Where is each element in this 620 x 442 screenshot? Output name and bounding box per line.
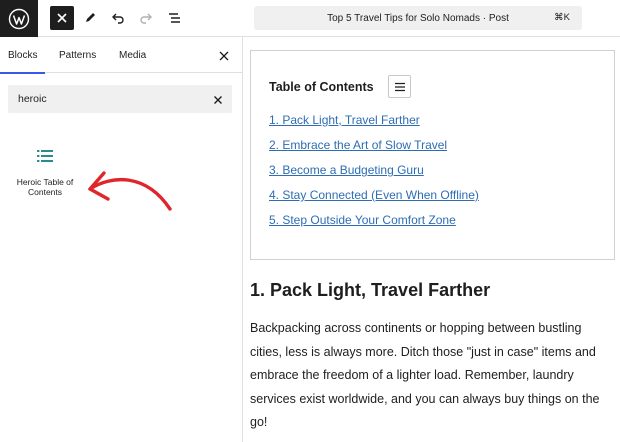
toc-link[interactable]: 4. Stay Connected (Even When Offline) [269, 188, 479, 213]
shortcut-hint: ⌘K [554, 12, 570, 23]
tab-patterns[interactable]: Patterns [59, 37, 96, 73]
document-overview-button[interactable] [162, 6, 186, 30]
annotation-arrow-icon [88, 171, 172, 211]
block-search [8, 85, 232, 113]
tab-media[interactable]: Media [119, 37, 146, 73]
tab-blocks[interactable]: Blocks [0, 37, 47, 74]
heroic-toc-block-item[interactable]: Heroic Table of Contents [8, 143, 82, 203]
block-search-input[interactable] [18, 91, 198, 107]
toc-title: Table of Contents [269, 80, 374, 94]
wordpress-icon [8, 8, 30, 29]
document-title: Top 5 Travel Tips for Solo Nomads · Post [327, 12, 509, 24]
toc-list: 1. Pack Light, Travel Farther 2. Embrace… [269, 113, 479, 238]
wordpress-logo-button[interactable] [0, 0, 38, 37]
toc-link[interactable]: 2. Embrace the Art of Slow Travel [269, 138, 479, 163]
clear-search-button[interactable] [212, 93, 224, 105]
close-icon [57, 13, 67, 23]
command-palette-bar[interactable]: Top 5 Travel Tips for Solo Nomads · Post… [254, 6, 582, 30]
redo-button[interactable] [134, 6, 158, 30]
list-icon [37, 150, 53, 162]
list-view-icon [169, 13, 180, 23]
editor-canvas: Table of Contents 1. Pack Light, Travel … [244, 37, 620, 442]
close-icon [219, 51, 229, 61]
block-item-label: Heroic Table of Contents [16, 177, 74, 197]
tools-button[interactable] [78, 6, 102, 30]
block-inserter-panel: Blocks Patterns Media heroic Heroic Tabl… [0, 37, 243, 442]
tab-label: Patterns [59, 49, 97, 61]
undo-icon [112, 13, 124, 24]
tab-label: Media [119, 49, 147, 61]
menu-icon [394, 82, 405, 91]
pencil-icon [86, 13, 95, 22]
inserter-tabs: Blocks Patterns Media [0, 37, 242, 74]
post-paragraph[interactable]: Backpacking across continents or hopping… [250, 317, 614, 435]
toc-link[interactable]: 1. Pack Light, Travel Farther [269, 113, 479, 138]
toc-toggle-button[interactable] [388, 75, 411, 98]
toc-link[interactable]: 3. Become a Budgeting Guru [269, 163, 479, 188]
redo-icon [140, 13, 152, 24]
editor-top-bar: Top 5 Travel Tips for Solo Nomads · Post… [0, 0, 620, 37]
post-heading[interactable]: 1. Pack Light, Travel Farther [250, 280, 490, 301]
tab-label: Blocks [8, 49, 38, 61]
close-panel-button[interactable] [218, 49, 230, 61]
undo-button[interactable] [106, 6, 130, 30]
close-inserter-button[interactable] [50, 6, 74, 30]
toc-link[interactable]: 5. Step Outside Your Comfort Zone [269, 213, 479, 238]
close-icon [214, 96, 222, 104]
